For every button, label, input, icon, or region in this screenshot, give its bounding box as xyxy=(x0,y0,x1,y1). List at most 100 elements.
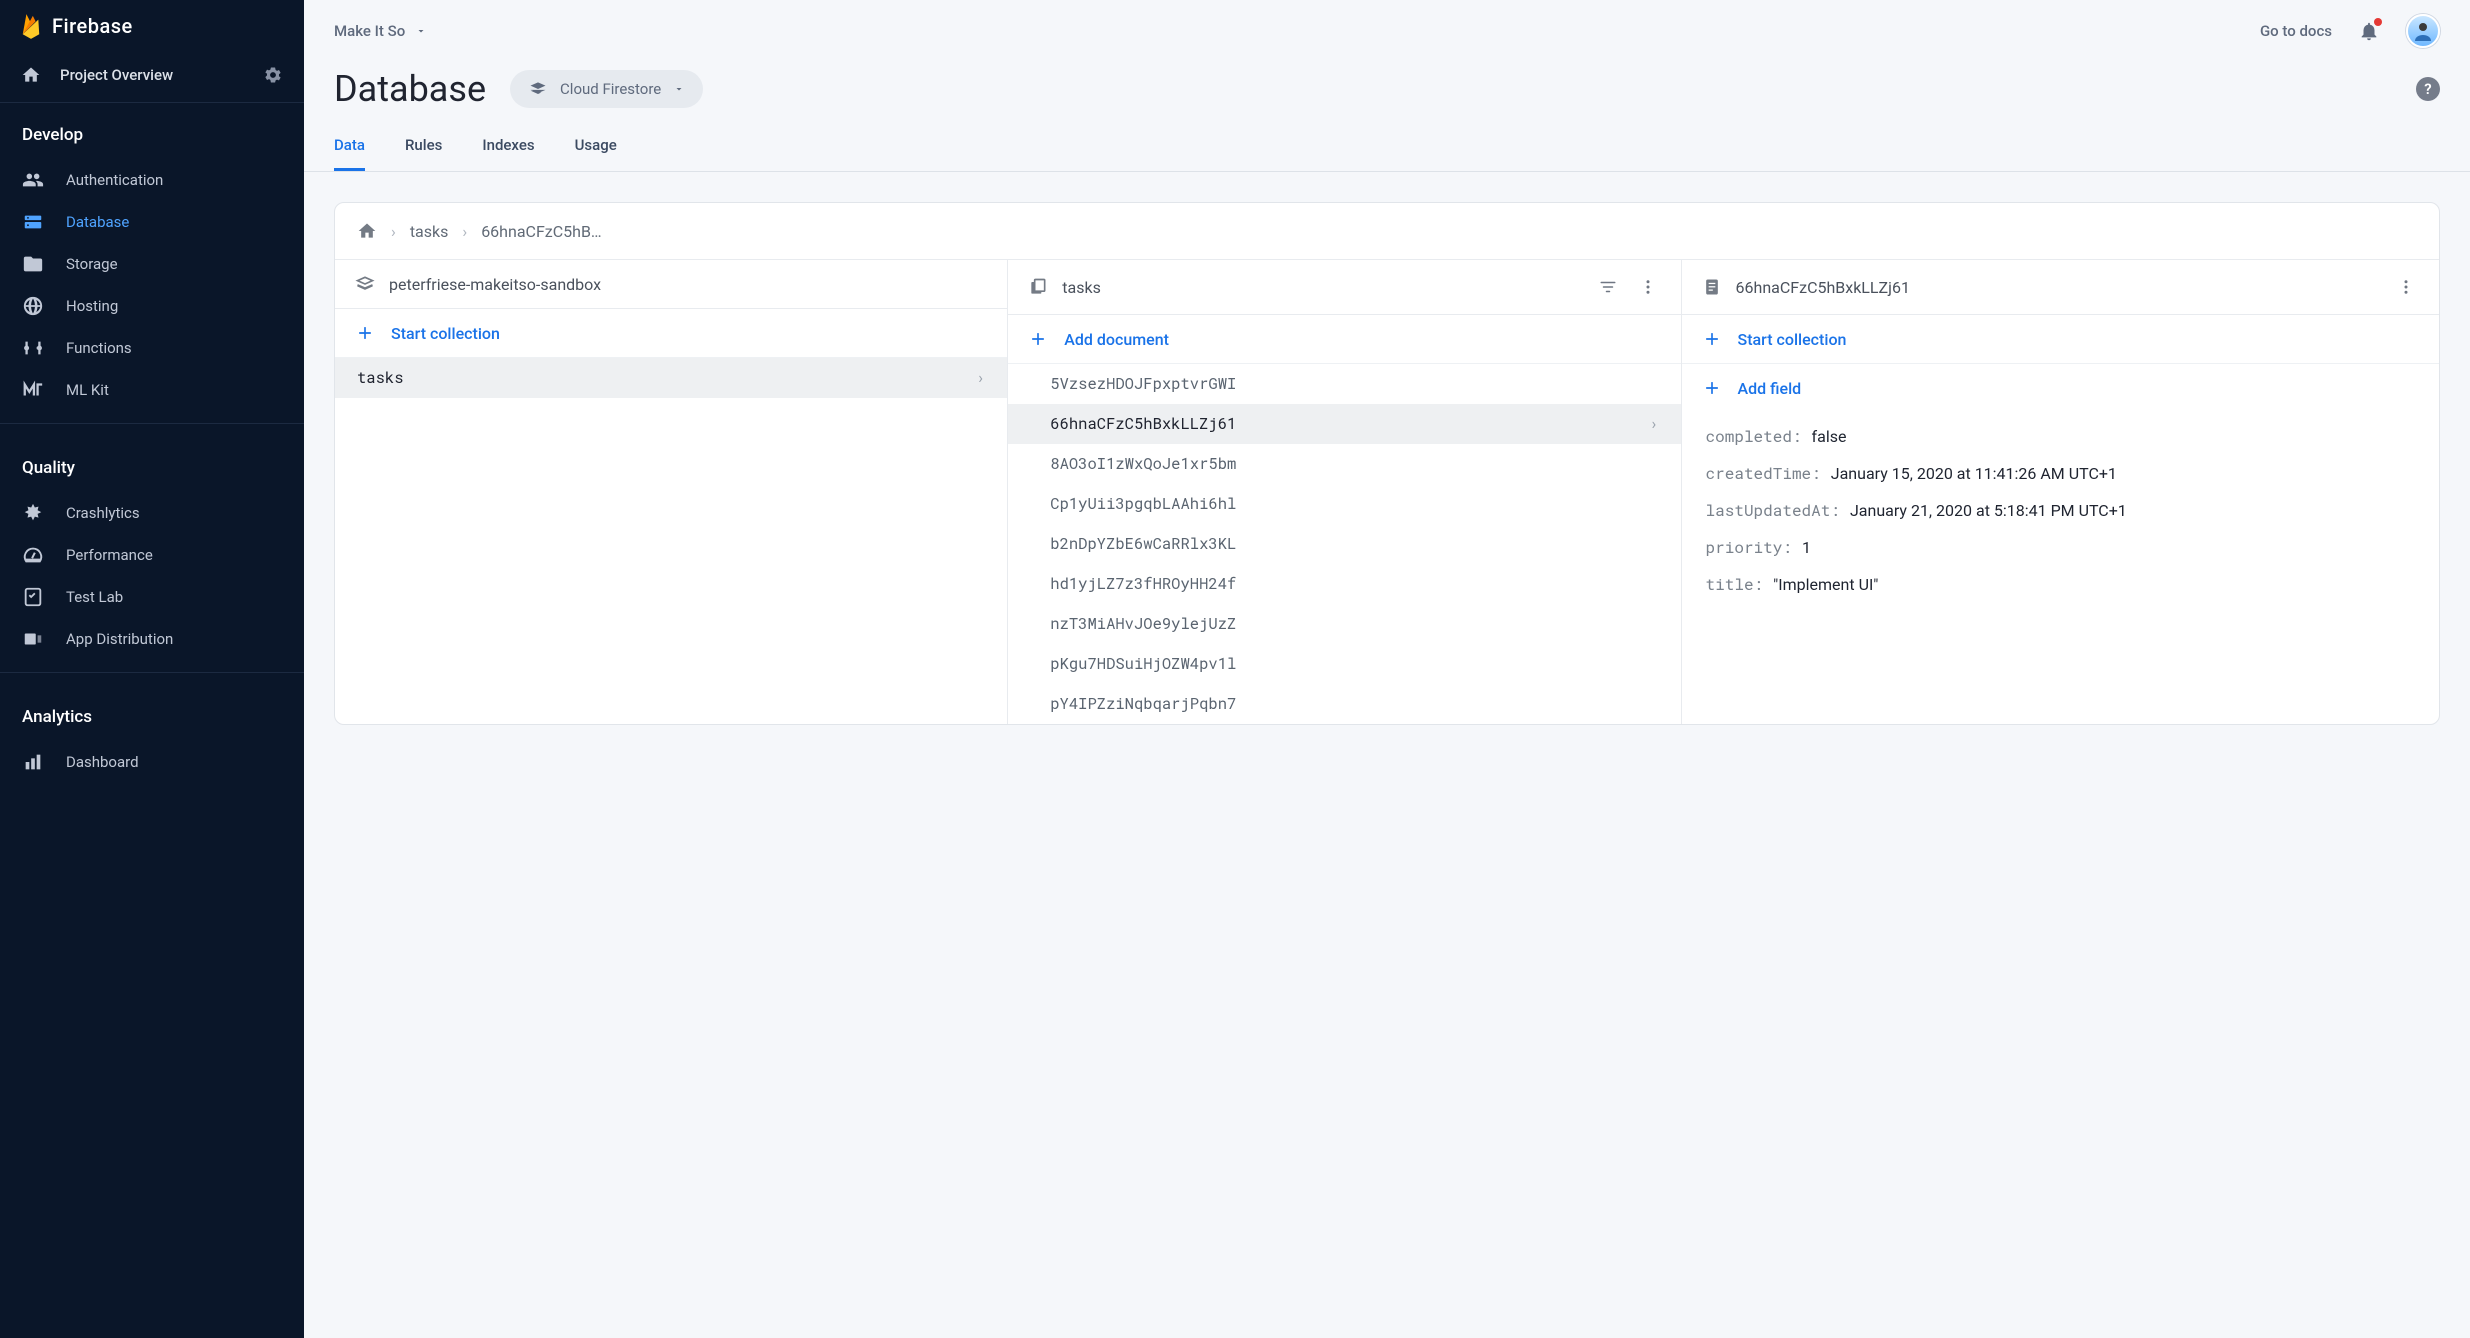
sidebar-item-dashboard[interactable]: Dashboard xyxy=(0,741,304,783)
document-list: 5VzsezHDOJFpxptvrGWI66hnaCFzC5hBxkLLZj61… xyxy=(1008,364,1680,724)
document-item[interactable]: 5VzsezHDOJFpxptvrGWI xyxy=(1008,364,1680,404)
breadcrumb-home-icon[interactable] xyxy=(357,221,377,241)
nav-label: Hosting xyxy=(66,297,118,315)
nav-label: App Distribution xyxy=(66,630,173,648)
document-item[interactable]: pKgu7HDSuiHjOZW4pv1l xyxy=(1008,644,1680,684)
notifications-button[interactable] xyxy=(2358,20,2380,42)
project-dropdown[interactable]: Make It So xyxy=(334,22,427,40)
main: Make It So Go to docs Database Cloud Fir… xyxy=(304,0,2470,1338)
checklist-icon xyxy=(22,586,44,608)
globe-icon xyxy=(22,295,44,317)
home-icon xyxy=(20,64,42,86)
field-key: completed: xyxy=(1706,426,1802,447)
field-row[interactable]: lastUpdatedAt:January 21, 2020 at 5:18:4… xyxy=(1682,492,2439,529)
sidebar-item-performance[interactable]: Performance xyxy=(0,534,304,576)
documents-column: tasks Add document 5VzsezHDOJFpxptvrGWI6… xyxy=(1008,260,1681,724)
filter-icon[interactable] xyxy=(1595,274,1621,300)
chevron-right-icon: › xyxy=(462,222,467,241)
nav-label: Database xyxy=(66,213,129,231)
field-key: priority: xyxy=(1706,537,1792,558)
functions-icon xyxy=(22,337,44,359)
nav-label: Dashboard xyxy=(66,753,139,771)
document-item[interactable]: Cp1yUii3pgqbLAAhi6hl xyxy=(1008,484,1680,524)
sidebar-item-testlab[interactable]: Test Lab xyxy=(0,576,304,618)
logo[interactable]: Firebase xyxy=(0,0,304,48)
divider xyxy=(0,423,304,424)
tab-data[interactable]: Data xyxy=(334,136,365,171)
root-column: peterfriese-makeitso-sandbox Start colle… xyxy=(335,260,1008,724)
field-value: "Implement UI" xyxy=(1773,575,1878,594)
avatar[interactable] xyxy=(2406,14,2440,48)
sidebar-item-appdist[interactable]: App Distribution xyxy=(0,618,304,660)
sidebar-item-authentication[interactable]: Authentication xyxy=(0,159,304,201)
tab-indexes[interactable]: Indexes xyxy=(482,136,534,171)
document-id: 8AO3oI1zWxQoJe1xr5bm xyxy=(1050,454,1236,474)
breadcrumb: › tasks › 66hnaCFzC5hB… xyxy=(335,203,2439,260)
nav-label: Crashlytics xyxy=(66,504,140,522)
page-title: Database xyxy=(334,68,486,110)
project-overview-link[interactable]: Project Overview xyxy=(20,64,173,86)
sidebar-item-functions[interactable]: Functions xyxy=(0,327,304,369)
document-id: nzT3MiAHvJOe9ylejUzZ xyxy=(1050,614,1236,634)
plus-icon xyxy=(1702,378,1722,398)
firestore-icon xyxy=(528,79,548,99)
barchart-icon xyxy=(22,751,44,773)
document-item[interactable]: hd1yjLZ7z3fHROyHH24f xyxy=(1008,564,1680,604)
document-id: pY4IPZziNqbqarjPqbn7 xyxy=(1050,694,1236,714)
action-label: Add field xyxy=(1738,379,1802,398)
breadcrumb-item[interactable]: 66hnaCFzC5hB… xyxy=(481,222,601,241)
more-vert-icon[interactable] xyxy=(2393,274,2419,300)
tab-rules[interactable]: Rules xyxy=(405,136,442,171)
chevron-right-icon: › xyxy=(391,222,396,241)
breadcrumb-item[interactable]: tasks xyxy=(410,222,449,241)
ml-icon xyxy=(22,379,44,401)
sidebar-item-database[interactable]: Database xyxy=(0,201,304,243)
nav-label: Test Lab xyxy=(66,588,123,606)
docs-link[interactable]: Go to docs xyxy=(2260,22,2332,40)
document-item[interactable]: nzT3MiAHvJOe9ylejUzZ xyxy=(1008,604,1680,644)
field-value: January 15, 2020 at 11:41:26 AM UTC+1 xyxy=(1831,464,2117,483)
sidebar-item-mlkit[interactable]: ML Kit xyxy=(0,369,304,411)
plus-icon xyxy=(355,323,375,343)
tab-usage[interactable]: Usage xyxy=(575,136,617,171)
document-id: 66hnaCFzC5hBxkLLZj61 xyxy=(1050,414,1236,434)
action-label: Start collection xyxy=(391,324,500,343)
document-id: Cp1yUii3pgqbLAAhi6hl xyxy=(1050,494,1236,514)
document-item[interactable]: pY4IPZziNqbqarjPqbn7 xyxy=(1008,684,1680,724)
data-panel: › tasks › 66hnaCFzC5hB… peterfriese-make… xyxy=(334,202,2440,725)
field-row[interactable]: createdTime:January 15, 2020 at 11:41:26… xyxy=(1682,455,2439,492)
add-document-button[interactable]: Add document xyxy=(1008,315,1680,364)
field-key: lastUpdatedAt: xyxy=(1706,500,1840,521)
document-item[interactable]: b2nDpYZbE6wCaRRlx3KL xyxy=(1008,524,1680,564)
document-item[interactable]: 8AO3oI1zWxQoJe1xr5bm xyxy=(1008,444,1680,484)
more-vert-icon[interactable] xyxy=(1635,274,1661,300)
caret-down-icon xyxy=(415,25,427,37)
settings-gear-icon[interactable] xyxy=(262,64,284,86)
start-collection-button[interactable]: Start collection xyxy=(335,309,1007,358)
service-label: Cloud Firestore xyxy=(560,80,661,98)
service-selector[interactable]: Cloud Firestore xyxy=(510,70,703,108)
divider xyxy=(0,672,304,673)
document-item[interactable]: 66hnaCFzC5hBxkLLZj61› xyxy=(1008,404,1680,444)
field-key: title: xyxy=(1706,574,1764,595)
add-field-button[interactable]: Add field xyxy=(1682,364,2439,412)
folder-icon xyxy=(22,253,44,275)
field-row[interactable]: priority: 1 xyxy=(1682,529,2439,566)
collection-item[interactable]: tasks › xyxy=(335,358,1007,398)
notification-dot-icon xyxy=(2374,18,2382,26)
sidebar-item-hosting[interactable]: Hosting xyxy=(0,285,304,327)
sidebar-item-storage[interactable]: Storage xyxy=(0,243,304,285)
chevron-right-icon: › xyxy=(976,368,985,388)
sidebar-item-crashlytics[interactable]: Crashlytics xyxy=(0,492,304,534)
document-icon xyxy=(1702,277,1722,297)
document-id: pKgu7HDSuiHjOZW4pv1l xyxy=(1050,654,1236,674)
field-value: 1 xyxy=(1802,538,1811,557)
speedometer-icon xyxy=(22,544,44,566)
database-icon xyxy=(22,211,44,233)
help-button[interactable]: ? xyxy=(2416,77,2440,101)
nav-label: Performance xyxy=(66,546,153,564)
field-row[interactable]: completed:false xyxy=(1682,418,2439,455)
field-row[interactable]: title: "Implement UI" xyxy=(1682,566,2439,603)
field-list: completed:falsecreatedTime:January 15, 2… xyxy=(1682,412,2439,623)
start-collection-button[interactable]: Start collection xyxy=(1682,315,2439,364)
